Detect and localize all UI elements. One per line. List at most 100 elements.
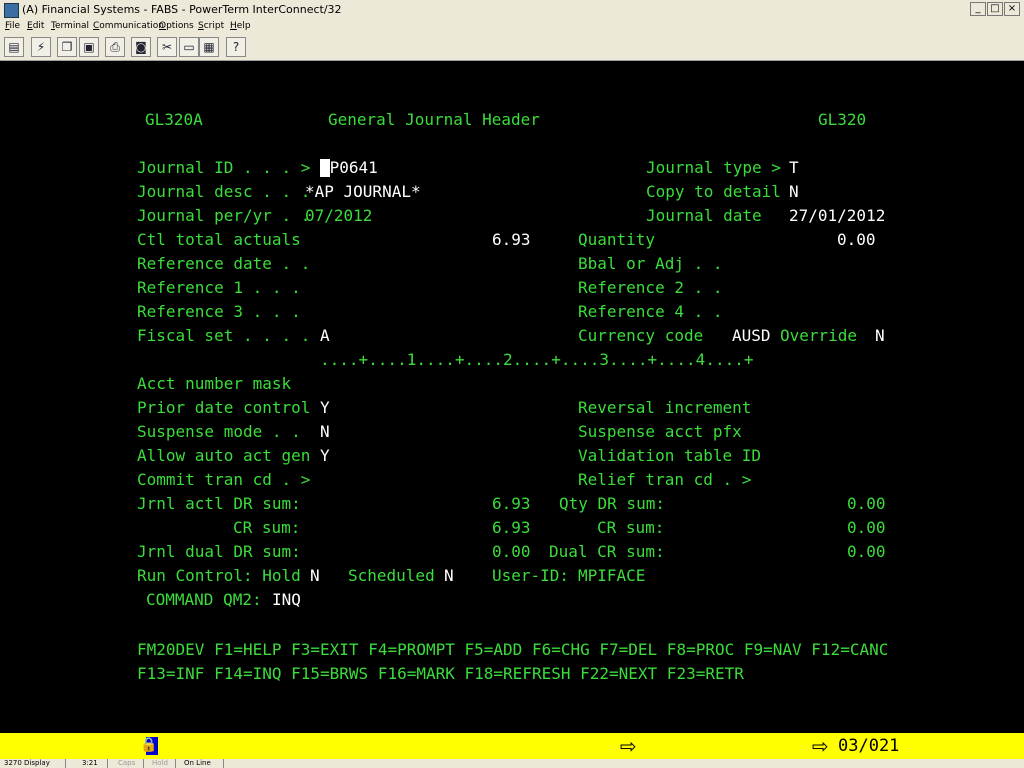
journal-desc-label: Journal desc . . . (137, 182, 311, 201)
function-keys-line-2: F13=INF F14=INQ F15=BRWS F16=MARK F18=RE… (137, 664, 744, 683)
grid-icon[interactable]: ▦ (199, 37, 219, 57)
suspense-mode-field[interactable]: N (320, 422, 330, 442)
scheduled-field[interactable]: N (444, 566, 454, 586)
app-icon (4, 3, 19, 18)
cursor-arrow-icon: ⇨ (812, 734, 829, 758)
command-label: COMMAND QM2: (146, 590, 262, 609)
fiscal-set-field[interactable]: A (320, 326, 330, 346)
function-keys-line-1: FM20DEV F1=HELP F3=EXIT F4=PROMPT F5=ADD… (137, 640, 889, 659)
currency-code-label: Currency code (578, 326, 704, 345)
run-control-label: Run Control: Hold (137, 566, 301, 585)
keyboard-lock-icon: 🔒 (140, 737, 158, 755)
user-id-label: User-ID: (492, 566, 570, 585)
insert-arrow-icon: ⇨ (620, 734, 637, 758)
status-cursor: 3:21 (78, 759, 108, 768)
journal-id-label: Journal ID . . . > (137, 158, 311, 177)
menu-script[interactable]: Script (198, 21, 224, 31)
help-icon[interactable]: ? (226, 37, 246, 57)
reference-1-label: Reference 1 . . . (137, 278, 301, 297)
journal-date-label: Journal date (646, 206, 762, 225)
ctl-total-label: Ctl total actuals (137, 230, 301, 249)
qty-cr-label: CR sum: (597, 518, 665, 537)
column-ruler: ....+....1....+....2....+....3....+....4… (320, 350, 754, 369)
journal-desc-field[interactable]: *AP JOURNAL* (305, 182, 421, 202)
screen-title: General Journal Header (328, 110, 540, 129)
journal-id-field[interactable]: AP0641 (320, 158, 378, 178)
reference-3-label: Reference 3 . . . (137, 302, 301, 321)
auto-act-gen-field[interactable]: Y (320, 446, 330, 466)
actl-dr-value: 6.93 (492, 494, 531, 513)
dual-cr-label: Dual CR sum: (549, 542, 665, 561)
prior-date-label: Prior date control (137, 398, 311, 417)
maximize-button[interactable]: □ (987, 2, 1003, 16)
camera-icon[interactable]: ◙ (131, 37, 151, 57)
journal-date-field[interactable]: 27/01/2012 (789, 206, 885, 226)
window-title: (A) Financial Systems - FABS - PowerTerm… (22, 3, 342, 16)
status-emulation: 3270 Display (0, 759, 66, 768)
fiscal-set-label: Fiscal set . . . . (137, 326, 311, 345)
dual-dr-label: Jrnl dual DR sum: (137, 542, 301, 561)
tools-icon[interactable]: ✂ (157, 37, 177, 57)
hold-field[interactable]: N (310, 566, 320, 586)
actl-cr-label: CR sum: (233, 518, 301, 537)
bbal-adj-label: Bbal or Adj . . (578, 254, 723, 273)
status-bar: 3270 Display 3:21 Caps Hold On Line (0, 759, 1024, 768)
command-field[interactable]: INQ (272, 590, 301, 610)
journal-type-field[interactable]: T (789, 158, 799, 178)
screen-id: GL320A (145, 110, 203, 129)
override-label: Override (780, 326, 858, 345)
relief-tran-label: Relief tran cd . > (578, 470, 752, 489)
menu-help[interactable]: Help (230, 21, 251, 31)
reversal-increment-label: Reversal increment (578, 398, 752, 417)
reference-2-label: Reference 2 . . (578, 278, 723, 297)
acct-mask-label: Acct number mask (137, 374, 292, 393)
scheduled-label: Scheduled (348, 566, 435, 585)
status-hold: Hold (148, 759, 176, 768)
prior-date-field[interactable]: Y (320, 398, 330, 418)
copy-icon[interactable]: ❐ (57, 37, 77, 57)
minimize-button[interactable]: _ (970, 2, 986, 16)
user-id-value: MPIFACE (578, 566, 646, 585)
menu-edit[interactable]: Edit (27, 21, 44, 31)
actl-cr-value: 6.93 (492, 518, 531, 537)
actl-dr-label: Jrnl actl DR sum: (137, 494, 301, 513)
reference-date-label: Reference date . . (137, 254, 311, 273)
keyboard-icon[interactable]: ▭ (179, 37, 199, 57)
commit-tran-label: Commit tran cd . > (137, 470, 311, 489)
validation-table-label: Validation table ID (578, 446, 762, 465)
toolbar: ▤ ⚡ ❐ ▣ ⎙ ◙ ✂ ▭ ▦ ? (0, 34, 1024, 61)
ctl-total-value: 6.93 (492, 230, 531, 249)
qty-dr-label: Qty DR sum: (559, 494, 665, 513)
copy-to-detail-field[interactable]: N (789, 182, 799, 202)
quantity-value: 0.00 (837, 230, 876, 249)
menu-options[interactable]: Options (159, 21, 194, 31)
journal-period-label: Journal per/yr . . (137, 206, 311, 225)
terminal-screen[interactable]: GL320A General Journal Header GL320 Jour… (0, 61, 1024, 733)
dual-dr-value: 0.00 (492, 542, 531, 561)
journal-type-label: Journal type > (646, 158, 781, 177)
menu-terminal[interactable]: Terminal (51, 21, 89, 31)
cursor-position: 03/021 (838, 736, 900, 756)
connect-icon[interactable]: ⚡ (31, 37, 51, 57)
copy-to-detail-label: Copy to detail (646, 182, 781, 201)
dual-cr-value: 0.00 (847, 542, 886, 561)
menu-communication[interactable]: Communication (93, 21, 164, 31)
terminal-icon[interactable]: ▤ (4, 37, 24, 57)
quantity-label: Quantity (578, 230, 656, 249)
qty-cr-value: 0.00 (847, 518, 886, 537)
currency-code-field[interactable]: AUSD (732, 326, 771, 346)
status-online: On Line (180, 759, 224, 768)
reference-4-label: Reference 4 . . (578, 302, 723, 321)
status-caps: Caps (114, 759, 144, 768)
qty-dr-value: 0.00 (847, 494, 886, 513)
operator-info-area: 🔒 ⇨ ⇨ 03/021 (0, 733, 1024, 759)
program-id: GL320 (818, 110, 867, 129)
close-button[interactable]: × (1004, 2, 1020, 16)
override-field[interactable]: N (875, 326, 885, 346)
journal-period-field[interactable]: 07/2012 (305, 206, 372, 226)
paste-icon[interactable]: ▣ (79, 37, 99, 57)
menu-file[interactable]: File (5, 21, 20, 31)
menu-bar: File Edit Terminal Communication Options… (0, 20, 1024, 34)
title-bar: (A) Financial Systems - FABS - PowerTerm… (0, 0, 1024, 21)
print-icon[interactable]: ⎙ (105, 37, 125, 57)
